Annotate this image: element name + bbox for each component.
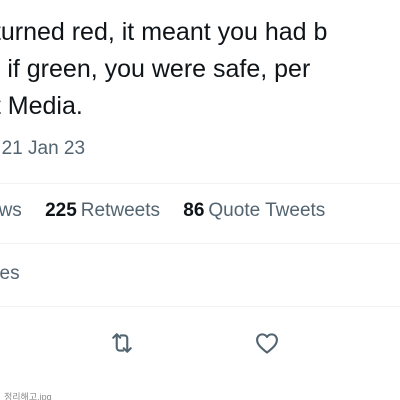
quote-tweets-stat[interactable]: 86 Quote Tweets <box>183 200 325 222</box>
tweet-timestamp[interactable]: · 21 Jan 23 <box>0 138 85 160</box>
quote-tweets-label: Quote Tweets <box>208 200 326 221</box>
like-button[interactable] <box>250 326 284 360</box>
divider <box>0 306 400 307</box>
views-label: ews <box>0 200 22 221</box>
tweet-screenshot: t turned red, it meant you had b ff. if … <box>0 0 400 400</box>
tweet-text-line-3: pt Media. <box>0 92 83 120</box>
likes-label: kes <box>0 263 20 284</box>
tweet-action-bar <box>0 326 400 360</box>
likes-stat[interactable]: kes <box>0 263 20 285</box>
retweets-label: Retweets <box>80 200 160 221</box>
retweets-stat[interactable]: 225 Retweets <box>45 200 160 222</box>
watermark: 정리해고.jpg <box>4 392 52 400</box>
tweet-text-line-2: ff. if green, you were safe, per <box>0 55 311 83</box>
divider <box>0 243 400 244</box>
tweet-text: t turned red, it meant you had b ff. if … <box>0 14 400 125</box>
tweet-text-line-1: t turned red, it meant you had b <box>0 18 328 46</box>
heart-icon <box>256 333 278 354</box>
views-stat[interactable]: ews <box>0 200 22 222</box>
retweet-icon <box>112 333 132 353</box>
retweets-count: 225 <box>45 200 77 221</box>
tweet-stats: ews 225Retweets 86Quote Tweets <box>0 200 343 222</box>
quote-tweets-count: 86 <box>183 200 205 221</box>
divider <box>0 183 400 184</box>
retweet-button[interactable] <box>105 326 139 360</box>
